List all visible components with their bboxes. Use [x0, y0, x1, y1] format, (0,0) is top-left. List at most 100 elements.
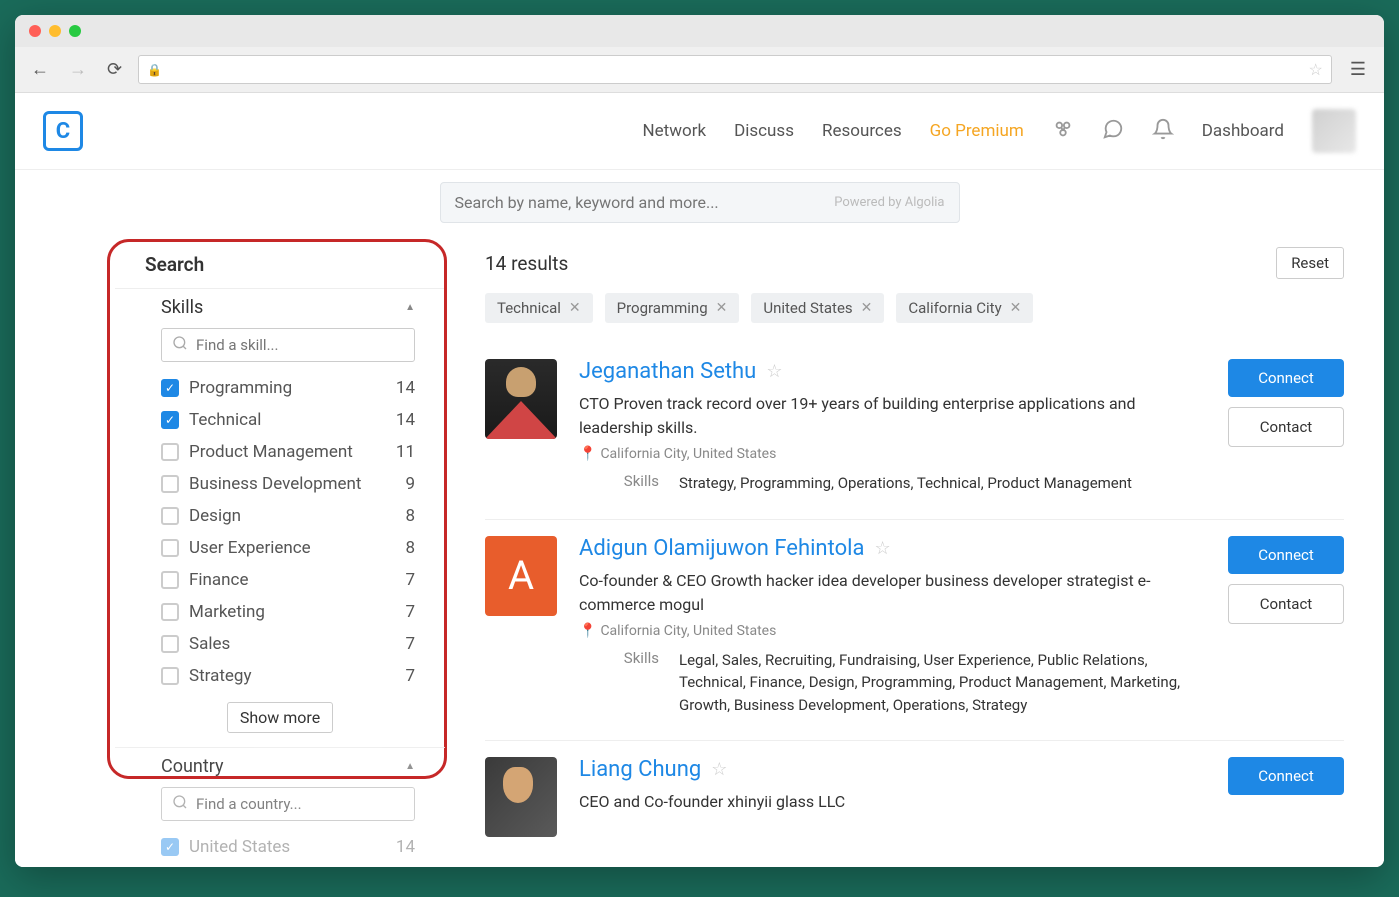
- window-close-button[interactable]: [29, 25, 41, 37]
- checkbox-icon[interactable]: [161, 571, 179, 589]
- result-body: Adigun Olamijuwon Fehintola ☆ Co-founder…: [579, 536, 1206, 717]
- skills-facet-title: Skills: [161, 297, 203, 318]
- result-avatar[interactable]: A: [485, 536, 557, 616]
- facet-count: 8: [405, 506, 415, 526]
- result-body: Jeganathan Sethu ☆ CTO Proven track reco…: [579, 359, 1206, 495]
- skills-label: Skills: [609, 472, 659, 495]
- facet-count: 7: [405, 570, 415, 590]
- facet-count: 9: [405, 474, 415, 494]
- facet-item-strategy[interactable]: Strategy 7: [115, 660, 445, 692]
- country-search-input[interactable]: [196, 795, 404, 813]
- facet-item-user-experience[interactable]: User Experience 8: [115, 532, 445, 564]
- checkbox-icon[interactable]: [161, 539, 179, 557]
- chat-icon[interactable]: [1102, 118, 1124, 145]
- facet-item-marketing[interactable]: Marketing 7: [115, 596, 445, 628]
- favorite-star-icon[interactable]: ☆: [874, 538, 890, 559]
- app-header: C Network Discuss Resources Go Premium D…: [15, 93, 1384, 170]
- nav-go-premium[interactable]: Go Premium: [930, 121, 1024, 141]
- facet-item-product-management[interactable]: Product Management 11: [115, 436, 445, 468]
- result-avatar[interactable]: [485, 757, 557, 837]
- search-sidebar: Search Skills ▲ ✓ Programming 14: [115, 247, 445, 859]
- facet-item-finance[interactable]: Finance 7: [115, 564, 445, 596]
- forward-button[interactable]: →: [65, 57, 91, 82]
- country-search[interactable]: [161, 787, 415, 821]
- search-icon: [172, 794, 188, 814]
- bookmark-star-icon[interactable]: ☆: [1309, 60, 1323, 79]
- powered-by-label: Powered by Algolia: [834, 195, 944, 210]
- facet-item-sales[interactable]: Sales 7: [115, 628, 445, 660]
- checkbox-icon[interactable]: [161, 603, 179, 621]
- results-area: 14 results Reset Technical✕ Programming✕…: [485, 247, 1344, 859]
- browser-toolbar: ← → ⟳ 🔒 ☆ ☰: [15, 47, 1384, 93]
- back-button[interactable]: ←: [27, 57, 53, 82]
- facet-label: Programming: [189, 378, 386, 398]
- chip-remove-icon[interactable]: ✕: [716, 300, 728, 316]
- skills-search[interactable]: [161, 328, 415, 362]
- reload-button[interactable]: ⟳: [103, 57, 126, 82]
- connect-button[interactable]: Connect: [1228, 757, 1344, 795]
- connect-button[interactable]: Connect: [1228, 359, 1344, 397]
- location-text: California City, United States: [600, 623, 776, 639]
- checkbox-icon[interactable]: ✓: [161, 838, 179, 856]
- bell-icon[interactable]: [1152, 118, 1174, 145]
- show-more-button[interactable]: Show more: [227, 702, 333, 733]
- user-avatar[interactable]: [1312, 109, 1356, 153]
- chip-california-city: California City✕: [896, 293, 1033, 323]
- checkbox-icon[interactable]: [161, 667, 179, 685]
- nav-resources[interactable]: Resources: [822, 121, 902, 141]
- chip-remove-icon[interactable]: ✕: [861, 300, 873, 316]
- facet-label: Strategy: [189, 666, 395, 686]
- facet-label: User Experience: [189, 538, 395, 558]
- country-facet-header[interactable]: Country ▲: [115, 747, 445, 787]
- chip-remove-icon[interactable]: ✕: [1010, 300, 1022, 316]
- contact-button[interactable]: Contact: [1228, 407, 1344, 447]
- browser-menu-button[interactable]: ☰: [1344, 57, 1372, 82]
- window-minimize-button[interactable]: [49, 25, 61, 37]
- chip-remove-icon[interactable]: ✕: [569, 300, 581, 316]
- reset-button[interactable]: Reset: [1276, 247, 1344, 279]
- nav-dashboard[interactable]: Dashboard: [1202, 121, 1284, 141]
- facet-count: 11: [396, 442, 415, 462]
- result-name-link[interactable]: Jeganathan Sethu: [579, 359, 756, 384]
- facet-count: 14: [396, 410, 415, 430]
- facet-count: 7: [405, 634, 415, 654]
- result-name-link[interactable]: Adigun Olamijuwon Fehintola: [579, 536, 864, 561]
- nav-network[interactable]: Network: [643, 121, 707, 141]
- facet-item-united-states[interactable]: ✓ United States 14: [115, 831, 445, 863]
- address-bar[interactable]: 🔒 ☆: [138, 55, 1332, 84]
- app-logo[interactable]: C: [43, 111, 83, 151]
- contact-button[interactable]: Contact: [1228, 584, 1344, 624]
- results-header: 14 results Reset: [485, 247, 1344, 279]
- favorite-star-icon[interactable]: ☆: [711, 759, 727, 780]
- pin-icon: 📍: [579, 446, 596, 462]
- facet-item-business-development[interactable]: Business Development 9: [115, 468, 445, 500]
- chip-label: Programming: [617, 299, 708, 317]
- nav-discuss[interactable]: Discuss: [734, 121, 794, 141]
- result-avatar[interactable]: [485, 359, 557, 439]
- skills-facet-header[interactable]: Skills ▲: [115, 288, 445, 328]
- window-maximize-button[interactable]: [69, 25, 81, 37]
- facet-item-technical[interactable]: ✓ Technical 14: [115, 404, 445, 436]
- cloud-icon[interactable]: [1052, 118, 1074, 145]
- skills-list: Legal, Sales, Recruiting, Fundraising, U…: [679, 649, 1206, 717]
- checkbox-icon[interactable]: [161, 507, 179, 525]
- skills-search-input[interactable]: [196, 336, 404, 354]
- checkbox-icon[interactable]: ✓: [161, 379, 179, 397]
- caret-up-icon: ▲: [405, 302, 415, 313]
- checkbox-icon[interactable]: [161, 443, 179, 461]
- facet-item-design[interactable]: Design 8: [115, 500, 445, 532]
- checkbox-icon[interactable]: [161, 475, 179, 493]
- favorite-star-icon[interactable]: ☆: [766, 361, 782, 382]
- search-input[interactable]: [455, 193, 835, 212]
- filter-chips: Technical✕ Programming✕ United States✕ C…: [485, 293, 1344, 323]
- result-location: 📍California City, United States: [579, 623, 1206, 639]
- checkbox-icon[interactable]: ✓: [161, 411, 179, 429]
- results-count: 14 results: [485, 252, 568, 275]
- search-box[interactable]: Powered by Algolia: [440, 182, 960, 223]
- checkbox-icon[interactable]: [161, 635, 179, 653]
- result-card: Jeganathan Sethu ☆ CTO Proven track reco…: [485, 343, 1344, 520]
- result-name-link[interactable]: Liang Chung: [579, 757, 701, 782]
- facet-item-programming[interactable]: ✓ Programming 14: [115, 372, 445, 404]
- pin-icon: 📍: [579, 623, 596, 639]
- connect-button[interactable]: Connect: [1228, 536, 1344, 574]
